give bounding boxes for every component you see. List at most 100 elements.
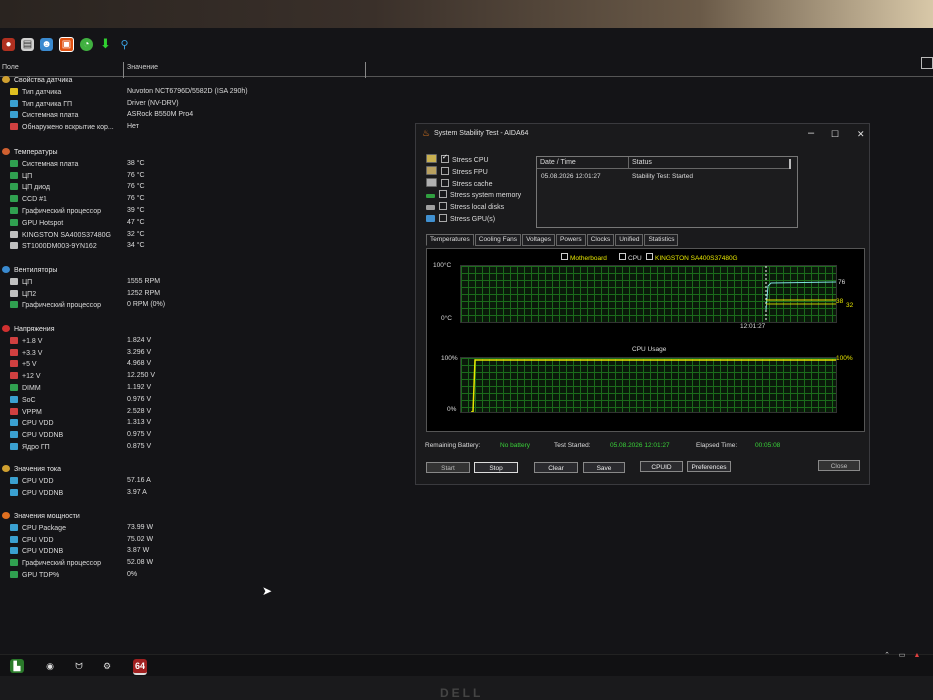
checkbox-box[interactable] [439, 190, 447, 198]
preferences-button[interactable]: Preferences [687, 461, 731, 472]
sensor-row[interactable]: CCD #1 [10, 195, 47, 206]
linux-icon[interactable]: ◉ [43, 659, 57, 673]
log-scrollbar[interactable] [789, 159, 791, 169]
checkbox-box[interactable] [439, 214, 447, 222]
sensor-row[interactable]: +12 V [10, 372, 41, 383]
legend-motherboard[interactable]: Motherboard [561, 253, 607, 262]
sensor-row[interactable]: ЦП2 [10, 289, 36, 301]
tab-clocks[interactable]: Clocks [586, 234, 615, 246]
sensor-group[interactable]: Значения тока [2, 465, 61, 476]
magnifier-icon[interactable]: ⚲ [118, 38, 131, 51]
stop-button[interactable]: Stop [474, 462, 518, 473]
folder-icon[interactable]: ▤ [21, 37, 34, 51]
tray-arrow-icon[interactable]: ⌃ [880, 649, 894, 663]
close-window-button[interactable]: ✕ [857, 129, 865, 140]
sensor-row[interactable]: ЦП [10, 171, 32, 183]
sensor-row[interactable]: ST1000DM003-9YN162 [10, 242, 97, 253]
monitor-brand-logo: DELL [440, 686, 484, 700]
chip-icon[interactable]: ▣ [59, 36, 74, 52]
search-icon[interactable]: ● [2, 37, 15, 51]
hwinfo-icon[interactable]: ▙ [10, 659, 24, 673]
legend-kingston[interactable]: KINGSTON SA400S37480G [646, 253, 738, 262]
sensor-row[interactable]: Системная плата [10, 159, 78, 171]
sensor-row[interactable]: +1.8 V [10, 336, 42, 348]
sensor-row[interactable]: CPU VDDNB [10, 431, 63, 442]
legend-cpu[interactable]: CPU [619, 253, 642, 262]
column-divider[interactable] [365, 62, 366, 78]
stress-memory-checkbox[interactable]: Stress system memory [426, 190, 521, 199]
tab-statistics[interactable]: Statistics [644, 234, 679, 246]
window-titlebar[interactable]: ♨ System Stability Test - AIDA64 – ☐ ✕ [416, 124, 869, 144]
sensor-row[interactable]: GPU TDP% [10, 571, 59, 582]
log-header-status[interactable]: Status [629, 157, 791, 169]
sensor-row[interactable]: CPU Package [10, 523, 66, 535]
user-icon[interactable]: ☻ [40, 37, 53, 51]
sensor-row[interactable]: GPU Hotspot [10, 218, 63, 230]
checkbox-box[interactable] [441, 167, 449, 175]
maximize-button[interactable]: ☐ [831, 129, 839, 140]
sensor-group[interactable]: Напряжения [2, 325, 55, 336]
sensor-icon [10, 87, 18, 95]
legend-checkbox[interactable] [646, 253, 653, 260]
sensor-row[interactable]: ЦП [10, 277, 32, 289]
legend-checkbox[interactable] [619, 253, 626, 260]
sensor-row[interactable]: CPU VDD [10, 476, 54, 488]
restore-icon[interactable] [921, 57, 933, 69]
column-divider[interactable] [123, 62, 124, 78]
stress-fpu-checkbox[interactable]: Stress FPU [426, 166, 488, 176]
clear-button[interactable]: Clear [534, 462, 578, 473]
sensor-row[interactable]: Системная плата [10, 111, 78, 122]
sensor-row[interactable]: KINGSTON SA400S37480G [10, 230, 111, 242]
sensor-group[interactable]: Свойства датчика [2, 76, 72, 87]
sensor-row[interactable]: +5 V [10, 360, 37, 371]
stress-cache-checkbox[interactable]: Stress cache [426, 178, 492, 188]
checkbox-box[interactable] [439, 202, 447, 210]
tab-unified[interactable]: Unified [615, 234, 644, 246]
cat-icon[interactable]: ᗢ [72, 659, 86, 673]
legend-checkbox[interactable] [561, 253, 568, 260]
sensor-row[interactable]: VPPM [10, 407, 42, 419]
tray-app-icon[interactable]: ▲ [910, 649, 924, 663]
stress-disks-checkbox[interactable]: Stress local disks [426, 202, 504, 211]
checkbox-box[interactable] [441, 153, 449, 163]
save-button[interactable]: Save [583, 462, 625, 473]
sensor-row[interactable]: DIMM [10, 384, 41, 395]
sensor-row[interactable]: Ядро ГП [10, 443, 50, 454]
sensor-row[interactable]: Графический процессор [10, 559, 101, 570]
sensor-group[interactable]: Значения мощности [2, 512, 80, 523]
steam-icon[interactable]: ⚙ [100, 659, 114, 673]
sensor-group[interactable]: Температуры [2, 148, 58, 159]
sensor-row[interactable]: Тип датчика [10, 87, 61, 99]
sensor-row[interactable]: CPU VDD [10, 535, 54, 547]
sensor-group[interactable]: Вентиляторы [2, 266, 57, 277]
tab-temperatures[interactable]: Temperatures [426, 234, 474, 246]
sensor-row[interactable]: ЦП диод [10, 183, 50, 194]
tray-device-icon[interactable]: ▭ [895, 649, 909, 663]
sensor-row[interactable]: CPU VDDNB [10, 488, 63, 500]
tab-powers[interactable]: Powers [556, 234, 586, 246]
sensor-row[interactable]: CPU VDD [10, 419, 54, 430]
stress-cpu-checkbox[interactable]: Stress CPU [426, 153, 489, 164]
minimize-button[interactable]: – [808, 127, 814, 139]
down-arrow-icon[interactable]: ⬇ [99, 36, 112, 51]
sensor-row[interactable]: Графический процессор [10, 301, 101, 312]
event-log[interactable]: Date / Time Status 05.08.2026 12:01:27 S… [536, 156, 798, 228]
clock-icon[interactable]: ◔ [80, 37, 93, 51]
tab-voltages[interactable]: Voltages [522, 234, 555, 246]
column-field[interactable]: Поле [2, 64, 19, 71]
sensor-row[interactable]: Графический процессор [10, 207, 101, 218]
sensor-row[interactable]: SoC [10, 395, 36, 407]
start-button[interactable]: Start [426, 462, 470, 473]
sensor-row[interactable]: +3.3 V [10, 348, 42, 360]
checkbox-box[interactable] [441, 179, 449, 187]
column-value[interactable]: Значение [127, 64, 158, 71]
sensor-row[interactable]: Обнаружено вскрытие кор... [10, 123, 114, 134]
cpuid-button[interactable]: CPUID [640, 461, 683, 472]
tab-cooling-fans[interactable]: Cooling Fans [474, 234, 522, 246]
sensor-row[interactable]: Тип датчика ГП [10, 99, 72, 111]
stress-gpu-checkbox[interactable]: Stress GPU(s) [426, 214, 495, 223]
log-header-date[interactable]: Date / Time [537, 157, 629, 169]
sensor-row[interactable]: CPU VDDNB [10, 547, 63, 558]
aida64-taskbar-icon[interactable]: 64 [133, 659, 147, 675]
close-button[interactable]: Close [818, 460, 860, 471]
